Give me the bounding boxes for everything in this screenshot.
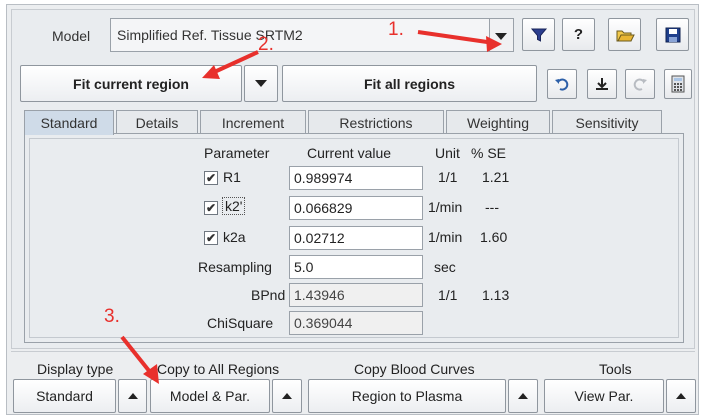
arrow-1-icon (417, 30, 495, 45)
tab-standard[interactable]: Standard (24, 110, 114, 135)
annotation-arrows (120, 30, 502, 384)
arrow-2-icon (209, 50, 259, 76)
